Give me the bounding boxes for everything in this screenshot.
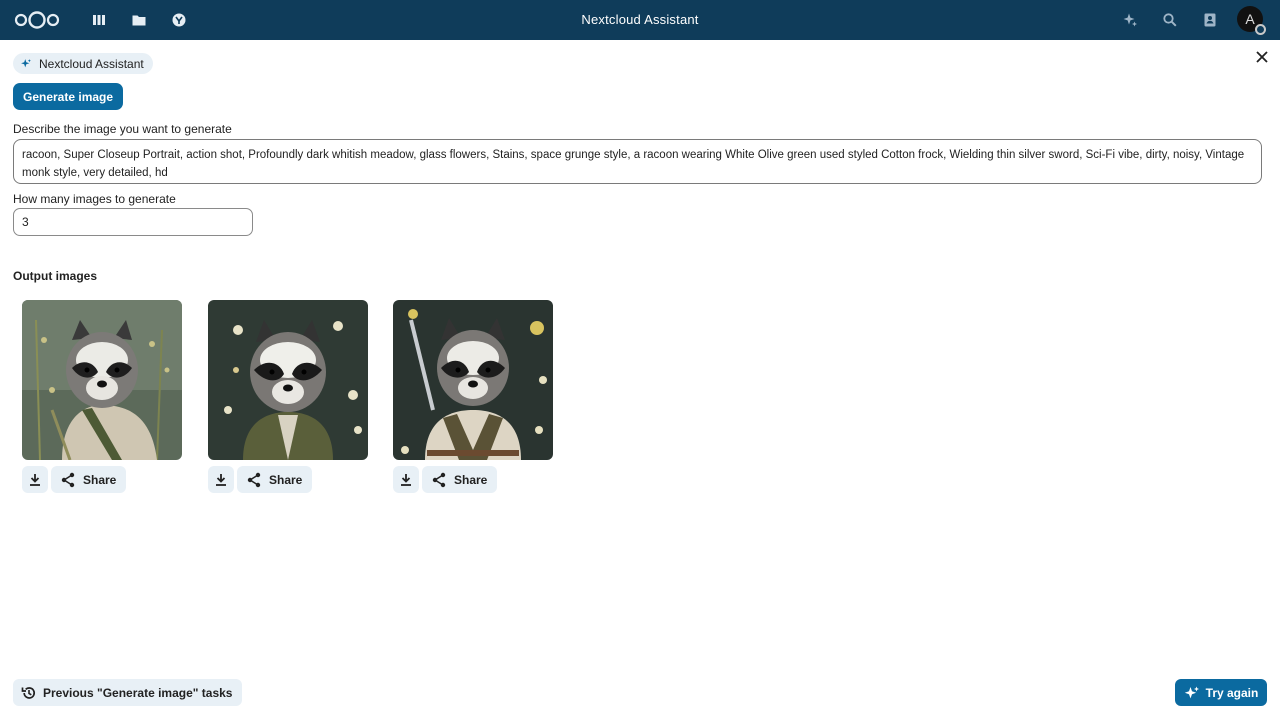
image-actions: Share bbox=[393, 466, 498, 493]
download-icon bbox=[30, 473, 40, 486]
avatar-initial: A bbox=[1245, 11, 1255, 27]
contacts-icon[interactable] bbox=[1202, 12, 1218, 28]
previous-tasks-label: Previous "Generate image" tasks bbox=[43, 685, 233, 700]
download-icon bbox=[216, 473, 226, 486]
task-tab-generate-image[interactable]: Generate image bbox=[13, 83, 124, 110]
prompt-label: Describe the image you want to generate bbox=[13, 122, 232, 136]
status-indicator bbox=[1255, 24, 1266, 35]
header-title: Nextcloud Assistant bbox=[581, 12, 699, 27]
output-image-card: Share bbox=[208, 300, 368, 493]
download-button[interactable] bbox=[22, 466, 48, 493]
previous-tasks-button[interactable]: Previous "Generate image" tasks bbox=[13, 679, 243, 706]
raccoon-image-icon bbox=[22, 300, 182, 460]
share-icon bbox=[61, 472, 75, 487]
image-actions: Share bbox=[208, 466, 313, 493]
assistant-chip: Nextcloud Assistant bbox=[13, 53, 153, 74]
download-button[interactable] bbox=[393, 466, 419, 493]
output-image[interactable] bbox=[208, 300, 368, 460]
top-bar: Nextcloud Assistant A bbox=[0, 0, 1280, 40]
raccoon-image-icon bbox=[208, 300, 368, 460]
search-icon[interactable] bbox=[1162, 12, 1178, 28]
output-title: Output images bbox=[13, 269, 98, 283]
try-again-label: Try again bbox=[1205, 685, 1259, 700]
output-image-card: Share bbox=[22, 300, 182, 493]
share-icon bbox=[247, 472, 261, 487]
download-button[interactable] bbox=[208, 466, 234, 493]
prompt-input[interactable]: racoon, Super Closeup Portrait, action s… bbox=[13, 139, 1262, 184]
share-button[interactable]: Share bbox=[237, 466, 313, 493]
try-again-button[interactable]: Try again bbox=[1175, 679, 1267, 706]
output-image[interactable] bbox=[393, 300, 553, 460]
share-button[interactable]: Share bbox=[422, 466, 498, 493]
assistant-icon[interactable] bbox=[1122, 12, 1138, 28]
share-label: Share bbox=[269, 472, 303, 487]
share-icon bbox=[432, 472, 446, 487]
output-image[interactable] bbox=[22, 300, 182, 460]
count-input[interactable] bbox=[13, 208, 253, 236]
count-label: How many images to generate bbox=[13, 192, 176, 206]
raccoon-image-icon bbox=[393, 300, 553, 460]
user-avatar[interactable]: A bbox=[1237, 6, 1266, 35]
image-actions: Share bbox=[22, 466, 127, 493]
share-label: Share bbox=[83, 472, 117, 487]
chip-label: Nextcloud Assistant bbox=[39, 56, 144, 71]
share-button[interactable]: Share bbox=[51, 466, 127, 493]
history-icon bbox=[21, 686, 35, 699]
share-label: Share bbox=[454, 472, 488, 487]
output-image-card: Share bbox=[393, 300, 553, 493]
sparkle-icon bbox=[21, 58, 31, 67]
download-icon bbox=[401, 473, 411, 486]
sparkle-icon bbox=[1184, 686, 1199, 698]
close-button[interactable] bbox=[1253, 48, 1271, 66]
close-icon bbox=[1256, 51, 1268, 63]
